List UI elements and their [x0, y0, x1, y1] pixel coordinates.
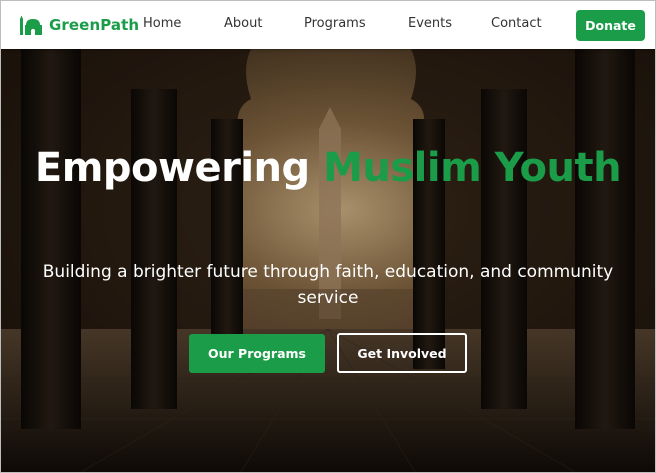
- nav-link-programs[interactable]: Programs: [304, 16, 366, 31]
- nav-link-events[interactable]: Events: [408, 16, 452, 31]
- nav-link-contact[interactable]: Contact: [491, 16, 542, 31]
- donate-button[interactable]: Donate: [576, 10, 645, 41]
- our-programs-button[interactable]: Our Programs: [189, 334, 325, 373]
- brand-name: GreenPath: [49, 16, 140, 34]
- hero-title-accent: Muslim Youth: [323, 145, 622, 191]
- navbar: GreenPath Home About Programs Events Con…: [1, 1, 655, 49]
- hero-section: Empowering Muslim Youth Building a brigh…: [1, 49, 655, 472]
- mosque-icon: [20, 15, 42, 35]
- hero-title: Empowering Muslim Youth: [1, 145, 655, 191]
- hero-subtitle: Building a brighter future through faith…: [42, 262, 614, 308]
- nav-link-home[interactable]: Home: [143, 16, 181, 31]
- nav-link-about[interactable]: About: [224, 16, 262, 31]
- page: GreenPath Home About Programs Events Con…: [0, 0, 656, 473]
- get-involved-button[interactable]: Get Involved: [337, 333, 467, 373]
- brand-logo[interactable]: GreenPath: [19, 13, 139, 37]
- hero-title-main: Empowering: [34, 145, 324, 191]
